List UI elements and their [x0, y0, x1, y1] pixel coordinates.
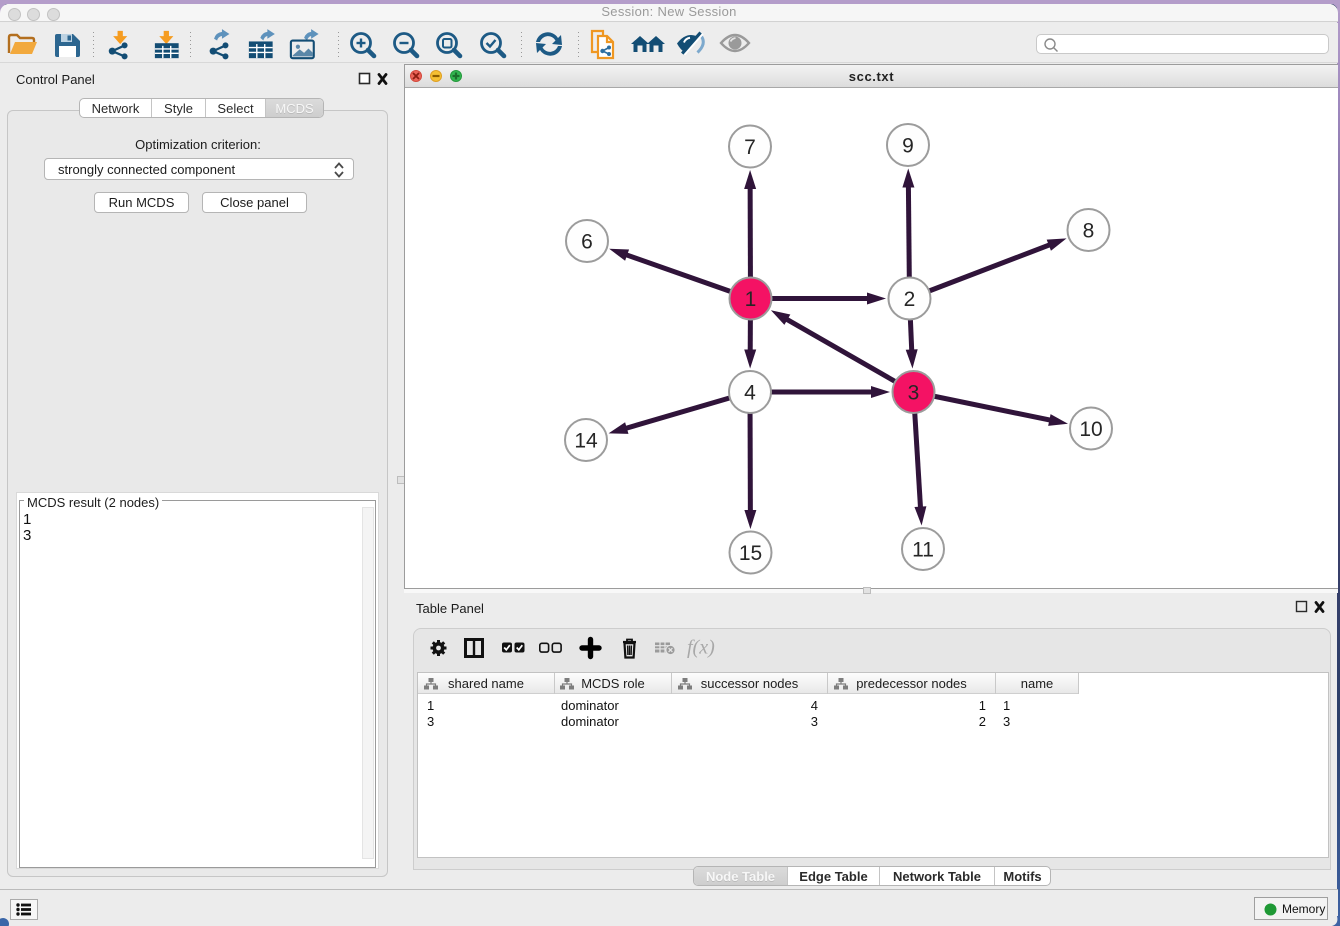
svg-text:7: 7 [744, 136, 756, 159]
svg-text:14: 14 [574, 430, 598, 453]
svg-text:3: 3 [908, 382, 920, 405]
svg-text:2: 2 [904, 288, 916, 311]
svg-text:4: 4 [744, 382, 756, 405]
svg-text:f(x): f(x) [687, 637, 715, 659]
svg-text:6: 6 [581, 231, 593, 254]
svg-text:9: 9 [902, 135, 914, 158]
svg-text:15: 15 [739, 542, 762, 565]
svg-text:11: 11 [912, 539, 934, 562]
svg-text:1: 1 [745, 288, 757, 311]
svg-text:8: 8 [1083, 220, 1095, 243]
svg-text:10: 10 [1079, 418, 1102, 441]
